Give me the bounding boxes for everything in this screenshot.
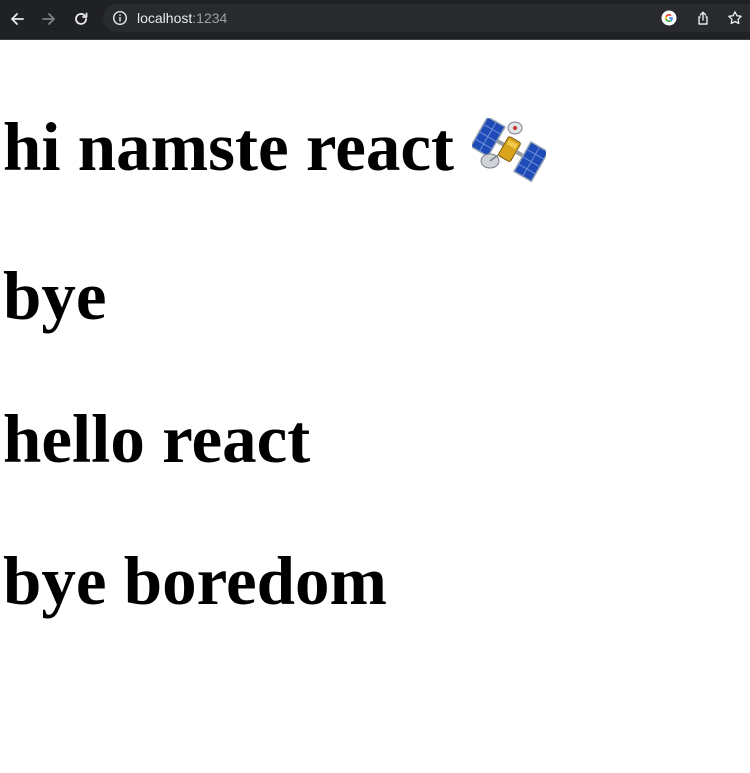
address-bar[interactable]: localhost:1234	[103, 4, 750, 32]
heading-hello-react: hello react	[3, 401, 311, 477]
satellite-icon	[471, 118, 546, 183]
forward-button[interactable]	[37, 7, 61, 31]
reload-icon	[75, 12, 88, 25]
page-content: hi namste react bye hello react bye bore	[0, 40, 750, 773]
reload-button[interactable]	[69, 7, 93, 31]
heading-hi-namste-react: hi namste react	[3, 107, 546, 187]
heading-bye: bye	[3, 258, 107, 334]
url-host: localhost	[137, 10, 193, 26]
browser-toolbar: localhost:1234	[0, 0, 750, 40]
arrow-left-icon	[11, 13, 24, 25]
google-icon[interactable]	[661, 10, 677, 26]
info-icon[interactable]	[112, 10, 128, 26]
url-text[interactable]: localhost:1234	[137, 10, 227, 26]
arrow-right-icon	[42, 13, 55, 25]
share-icon[interactable]	[695, 10, 711, 26]
heading-bye-boredom: bye boredom	[3, 543, 387, 619]
url-port: :1234	[192, 10, 228, 26]
back-button[interactable]	[5, 7, 29, 31]
heading-text: hi namste react	[3, 109, 454, 185]
star-icon[interactable]	[727, 10, 743, 26]
